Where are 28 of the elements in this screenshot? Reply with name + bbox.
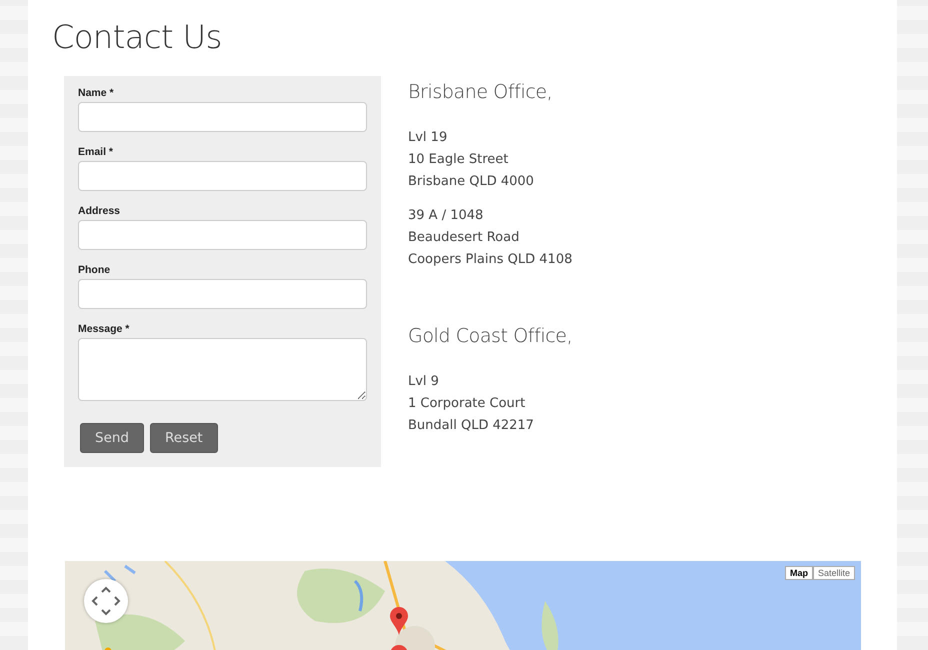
map-type-button[interactable]: Map [784,566,813,580]
page-title: Contact Us [52,18,223,56]
field-label: Phone [78,264,112,276]
field-label: Name * [78,87,115,99]
address-line: Beaudesert Road [408,229,520,247]
map-type-button[interactable]: Satellite [812,566,855,580]
address-line: 10 Eagle Street [408,151,510,169]
send-button[interactable]: Send [80,423,144,453]
input-field[interactable] [78,102,367,132]
address-line: 1 Corporate Court [408,395,526,413]
reset-button[interactable]: Reset [150,423,218,453]
office-heading: Gold Coast Office, [408,325,572,347]
address-line: Lvl 9 [408,373,440,391]
address-line: Lvl 19 [408,129,448,147]
input-field[interactable] [78,220,367,250]
input-field[interactable] [78,279,367,309]
input-field[interactable] [78,161,367,191]
address-line: Brisbane QLD 4000 [408,173,535,191]
pan-arrows-icon [91,586,121,616]
address-line: 39 A / 1048 [408,207,484,225]
map-pin-icon [390,607,408,635]
office-heading: Brisbane Office, [408,81,554,103]
field-label: Message * [78,323,130,335]
field-label: Email * [78,146,114,158]
address-line: Bundall QLD 42217 [408,417,535,435]
address-line: Coopers Plains QLD 4108 [408,251,572,269]
field-label: Address [78,205,122,217]
message-field[interactable] [78,338,367,401]
